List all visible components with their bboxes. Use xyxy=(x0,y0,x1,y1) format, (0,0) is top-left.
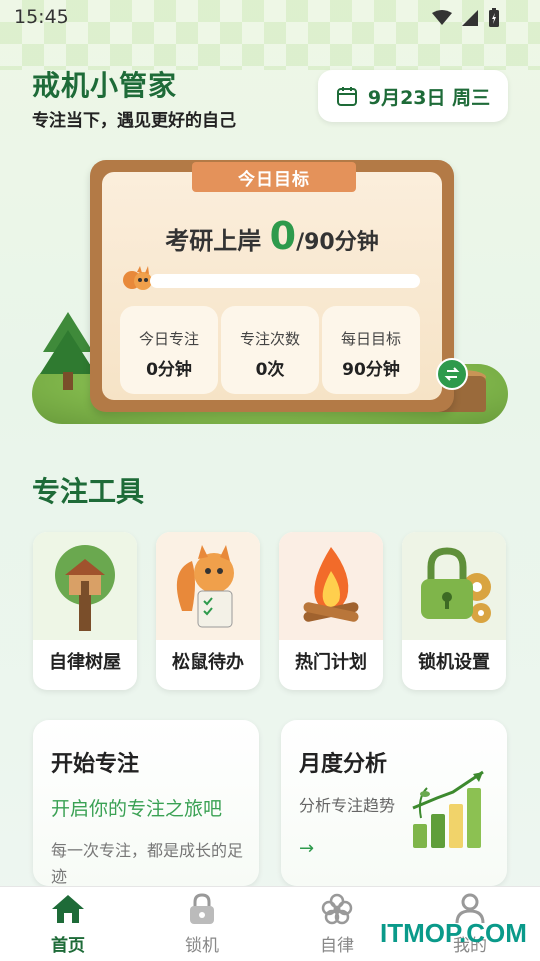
monthly-analysis-title: 月度分析 xyxy=(299,752,388,777)
date-chip[interactable]: 9月23日 周三 xyxy=(318,70,508,122)
tool-treehouse[interactable]: 自律树屋 xyxy=(33,532,137,690)
squirrel-todo-image xyxy=(156,532,260,640)
flower-icon xyxy=(321,893,353,925)
tool-lock-settings[interactable]: 锁机设置 xyxy=(402,532,506,690)
start-focus-desc: 每一次专注，都是成长的足迹 xyxy=(51,841,244,886)
nav-label: 锁机 xyxy=(185,936,219,956)
home-icon xyxy=(52,895,84,923)
stat-value: 0次 xyxy=(255,360,285,380)
tools-section-title: 专注工具 xyxy=(32,475,145,508)
lock-gear-icon xyxy=(421,547,491,623)
tool-label: 热门计划 xyxy=(295,652,367,673)
stat-daily-goal: 每日目标 90分钟 xyxy=(322,306,420,394)
goal-progress-bar xyxy=(150,274,420,288)
tool-hot-plans[interactable]: 热门计划 xyxy=(279,532,383,690)
stat-today-focus: 今日专注 0分钟 xyxy=(120,306,218,394)
nav-home[interactable]: 首页 xyxy=(18,893,118,956)
treehouse-image xyxy=(33,532,137,640)
hot-plans-image xyxy=(279,532,383,640)
stat-value: 90分钟 xyxy=(342,360,400,380)
app-subtitle: 专注当下，遇见更好的自己 xyxy=(32,111,236,131)
stat-value: 0分钟 xyxy=(146,360,192,380)
status-icons xyxy=(432,8,500,28)
status-time: 15:45 xyxy=(14,6,69,28)
swap-icon xyxy=(444,367,460,381)
battery-icon xyxy=(489,8,499,27)
stat-label: 今日专注 xyxy=(138,330,199,348)
goal-ribbon: 今日目标 xyxy=(192,162,356,192)
nav-discipline[interactable]: 自律 xyxy=(287,893,387,956)
nav-label: 首页 xyxy=(51,936,85,956)
stat-label: 每日目标 xyxy=(340,330,401,348)
app-title: 戒机小管家 xyxy=(32,69,178,102)
lock-settings-image xyxy=(402,532,506,640)
tool-label: 锁机设置 xyxy=(418,652,490,673)
watermark: ITMOP.COM xyxy=(380,918,527,948)
start-focus-card[interactable]: 开始专注 开启你的专注之旅吧 每一次专注，都是成长的足迹 xyxy=(33,720,259,886)
treehouse-icon xyxy=(55,545,115,631)
nav-label: 自律 xyxy=(320,936,354,956)
monthly-analysis-subtitle: 分析专注趋势 xyxy=(299,796,396,815)
swap-goal-button[interactable] xyxy=(436,358,468,390)
nav-lock[interactable]: 锁机 xyxy=(152,893,252,956)
status-bar: 15:45 xyxy=(0,0,540,34)
monthly-analysis-card[interactable]: 月度分析 分析专注趋势 → xyxy=(281,720,507,886)
arrow-right-icon[interactable]: → xyxy=(299,838,314,859)
date-text: 9月23日 周三 xyxy=(367,86,491,109)
goal-current: 0 xyxy=(269,214,297,258)
growth-chart-icon xyxy=(412,770,484,848)
squirrel-todo-icon xyxy=(176,545,234,628)
calendar-icon xyxy=(336,87,357,106)
stat-focus-count: 专注次数 0次 xyxy=(221,306,319,394)
goal-heading: 考研上岸 0/90分钟 xyxy=(102,214,442,258)
pine-tree-icon xyxy=(40,312,96,390)
campfire-icon xyxy=(303,547,359,622)
wifi-icon xyxy=(432,10,452,25)
stat-label: 专注次数 xyxy=(239,330,300,348)
lock-icon xyxy=(190,893,214,924)
start-focus-subtitle: 开启你的专注之旅吧 xyxy=(51,798,223,820)
tool-label: 松鼠待办 xyxy=(172,652,244,673)
goal-target: /90分钟 xyxy=(296,230,379,255)
tool-squirrel-todo[interactable]: 松鼠待办 xyxy=(156,532,260,690)
goal-name: 考研上岸 xyxy=(165,227,262,255)
start-focus-title: 开始专注 xyxy=(51,752,140,777)
tool-label: 自律树屋 xyxy=(49,652,121,673)
signal-icon xyxy=(462,10,478,26)
